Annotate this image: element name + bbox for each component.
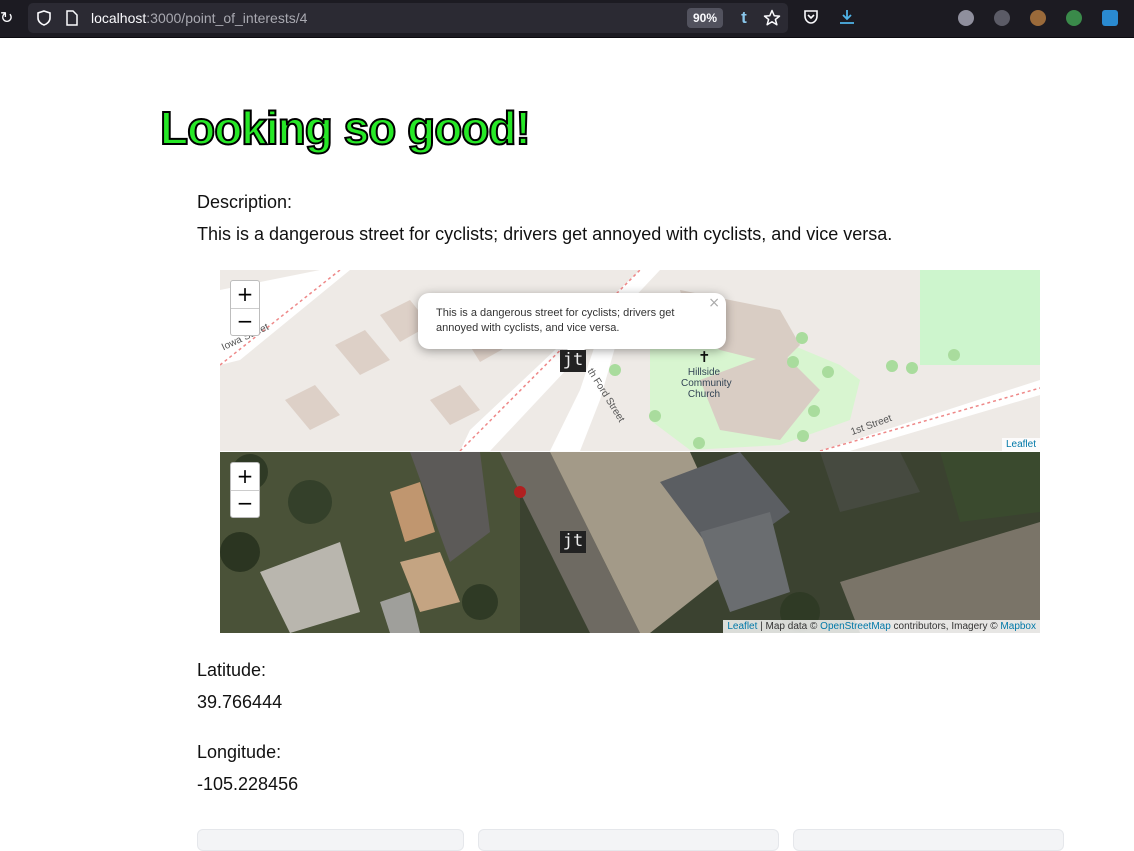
map-popup: This is a dangerous street for cyclists;…	[418, 293, 726, 349]
card[interactable]	[793, 829, 1064, 851]
zoom-in-button[interactable]: +	[231, 463, 259, 491]
church-icon: ✝	[698, 349, 711, 366]
download-icon[interactable]	[838, 8, 856, 26]
zoom-out-button[interactable]: −	[231, 490, 259, 517]
satellite-map[interactable]: + − jt Leaflet | Map data © OpenStreetMa…	[220, 452, 1040, 633]
description-text: This is a dangerous street for cyclists;…	[197, 224, 893, 244]
zoom-level-badge[interactable]: 90%	[687, 8, 723, 28]
url-host: localhost	[91, 10, 147, 26]
address-bar[interactable]: localhost:3000/point_of_interests/4 90% …	[28, 3, 788, 33]
description-label: Description:	[197, 192, 293, 212]
ublock-icon[interactable]	[994, 10, 1010, 26]
card[interactable]	[478, 829, 779, 851]
tumblr-icon[interactable]: t	[736, 7, 752, 29]
extension-info-icon[interactable]	[958, 10, 974, 26]
zoom-out-button[interactable]: −	[231, 308, 259, 335]
map-attribution: Leaflet	[1001, 438, 1040, 451]
leaflet-link[interactable]: Leaflet	[727, 621, 757, 632]
extension-id-icon[interactable]	[1066, 10, 1082, 26]
shield-icon[interactable]	[37, 10, 51, 26]
zoom-in-button[interactable]: +	[231, 281, 259, 309]
longitude-value: -105.228456	[197, 774, 299, 794]
extension-cube-icon[interactable]	[1102, 10, 1118, 26]
browser-toolbar: ↻ localhost:3000/point_of_interests/4 90…	[0, 0, 1134, 38]
popup-close-button[interactable]: ×	[708, 295, 720, 311]
satellite-map-tiles	[220, 452, 1040, 633]
zoom-control: + −	[230, 280, 260, 336]
cookie-icon[interactable]	[1030, 10, 1046, 26]
map-marker[interactable]: jt	[560, 531, 586, 553]
leaflet-link[interactable]: Leaflet	[1006, 439, 1036, 450]
page-title: Looking so good!	[159, 101, 532, 155]
url-path: :3000/point_of_interests/4	[146, 10, 308, 26]
zoom-control: + −	[230, 462, 260, 518]
poi-label-line: Community	[681, 378, 732, 389]
map-attribution: Leaflet | Map data © OpenStreetMap contr…	[723, 620, 1040, 633]
mapbox-link[interactable]: Mapbox	[1000, 621, 1036, 632]
bookmark-star-icon[interactable]	[763, 9, 781, 27]
map-marker[interactable]: jt	[560, 350, 586, 372]
pocket-icon[interactable]	[803, 9, 819, 25]
reload-icon[interactable]: ↻	[0, 8, 14, 28]
url-text[interactable]: localhost:3000/point_of_interests/4	[91, 10, 307, 26]
page-icon[interactable]	[66, 10, 78, 26]
openstreetmap-link[interactable]: OpenStreetMap	[820, 621, 891, 632]
attribution-text: contributors, Imagery ©	[890, 621, 1001, 632]
poi-label-line: Church	[687, 389, 721, 400]
latitude-label: Latitude:	[197, 660, 267, 680]
poi-label: Hillside Community Church	[681, 367, 732, 400]
attribution-text: | Map data ©	[757, 621, 821, 632]
poi-label-line: Hillside	[687, 367, 721, 378]
latitude-value: 39.766444	[197, 692, 283, 712]
popup-text: This is a dangerous street for cyclists;…	[436, 307, 675, 334]
street-map[interactable]: Iowa Street th Ford Street 1st Street ✝ …	[220, 270, 1040, 451]
longitude-label: Longitude:	[197, 742, 282, 762]
card[interactable]	[197, 829, 464, 851]
